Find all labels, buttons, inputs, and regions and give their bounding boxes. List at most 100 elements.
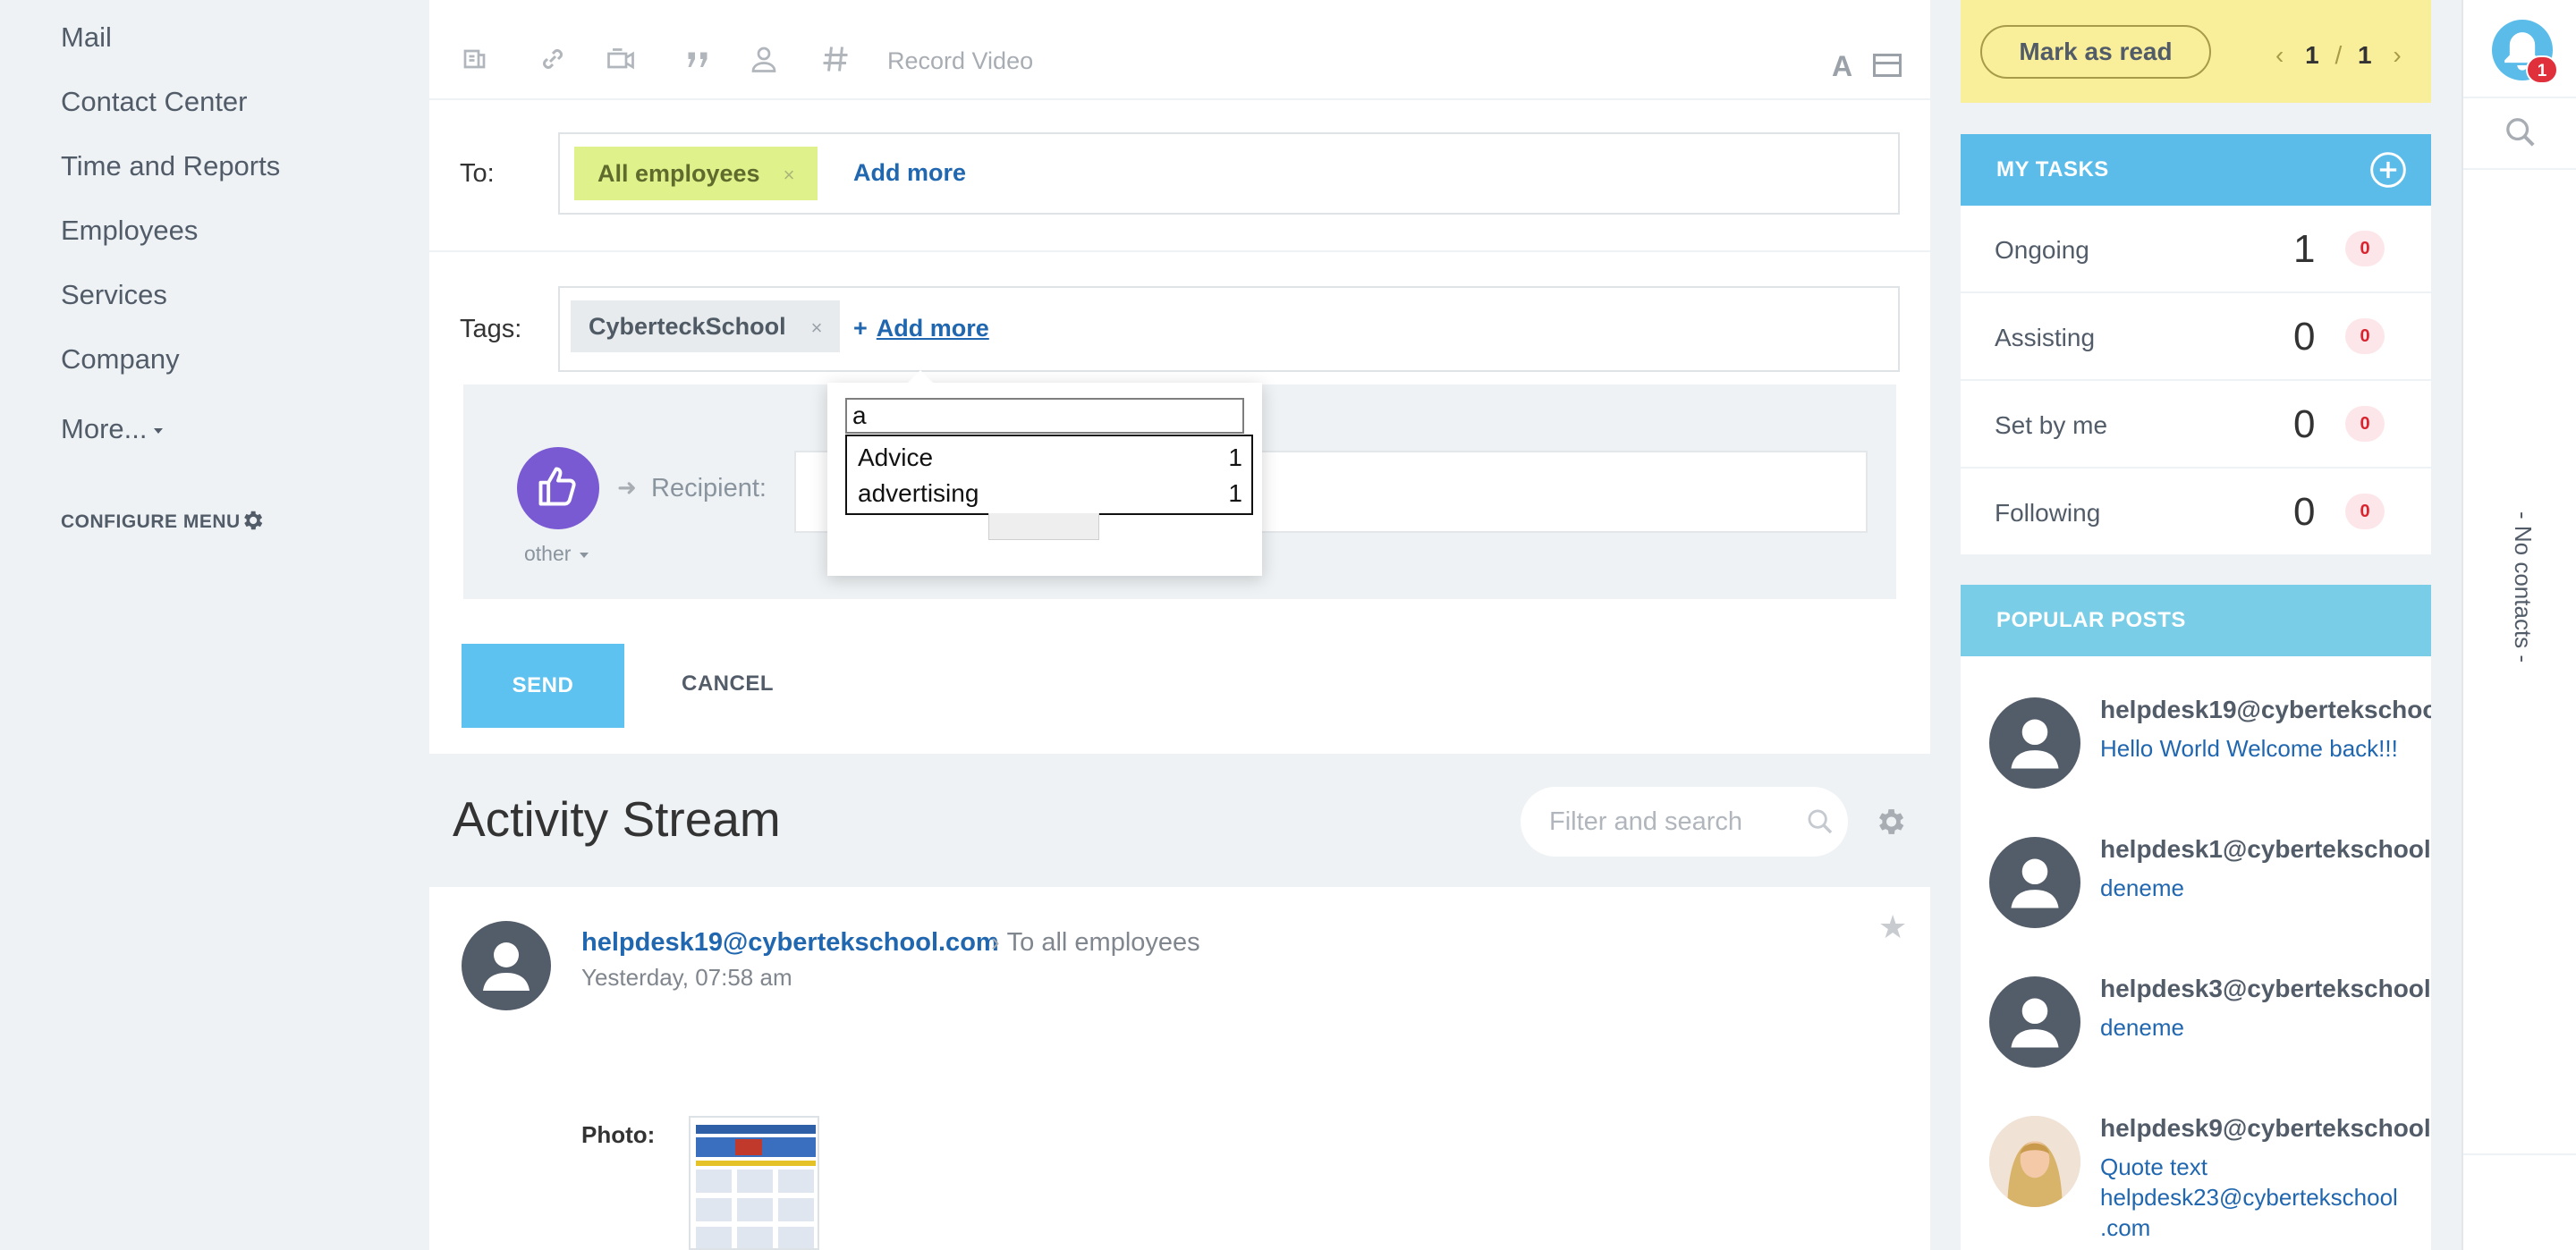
post-author-link[interactable]: helpdesk19@cybertekschool.com — [581, 928, 999, 958]
mark-as-read-button[interactable]: Mark as read — [1980, 25, 2211, 79]
sidebar-item-time-and-reports[interactable]: Time and Reports — [61, 150, 280, 182]
popular-post-author[interactable]: helpdesk3@cybertekschool.com — [2100, 975, 2431, 1003]
gear-icon[interactable] — [240, 508, 265, 533]
page: Mail Contact Center Time and Reports Emp… — [0, 0, 2576, 1250]
composer-toolbar: Record Video A — [429, 0, 1930, 100]
tag-chip[interactable]: CyberteckSchool × — [571, 300, 841, 352]
chevron-down-icon — [580, 552, 589, 558]
popular-post-author[interactable]: helpdesk1@cybertekschool.com — [2100, 835, 2431, 864]
popular-post-text[interactable]: deneme — [2100, 873, 2184, 903]
to-add-more-link[interactable]: Add more — [853, 159, 966, 187]
post-recipient[interactable]: › To all employees — [991, 928, 1200, 958]
file-icon[interactable] — [460, 43, 492, 75]
divider — [2463, 1153, 2576, 1155]
chevron-right-icon[interactable]: › — [2393, 41, 2401, 69]
task-badge: 0 — [2345, 406, 2385, 442]
quote-icon[interactable] — [682, 43, 714, 75]
task-label: Ongoing — [1995, 236, 2089, 264]
my-tasks-title[interactable]: MY TASKS — [1996, 157, 2109, 182]
sidebar-item-mail[interactable]: Mail — [61, 21, 112, 54]
cancel-button[interactable]: CANCEL — [682, 671, 774, 697]
close-icon[interactable]: × — [811, 317, 823, 339]
chevron-right-icon: › — [991, 928, 1000, 957]
tag-suggestion-advice[interactable]: Advice 1 — [858, 438, 1242, 474]
sidebar-item-contact-center[interactable]: Contact Center — [61, 86, 248, 118]
post-recipient-label: To all employees — [1006, 928, 1200, 957]
sidebar-item-employees[interactable]: Employees — [61, 215, 198, 247]
task-badge: 0 — [2345, 318, 2385, 354]
user-icon — [483, 942, 530, 991]
sidebar-item-more[interactable]: More... — [61, 413, 164, 445]
thumbs-up-icon — [538, 467, 576, 506]
popular-post-line: .com — [2100, 1214, 2151, 1241]
user-icon — [2011, 998, 2059, 1048]
mention-icon[interactable] — [748, 43, 780, 75]
photo-image — [696, 1125, 816, 1248]
to-field[interactable]: All employees × Add more — [558, 132, 1900, 215]
popular-post-author[interactable]: helpdesk19@cybertekschool.com — [2100, 696, 2431, 724]
tag-search-input[interactable] — [845, 398, 1244, 434]
tag-chip-label: CyberteckSchool — [589, 313, 786, 340]
tag-suggestion-advertising[interactable]: advertising 1 — [858, 474, 1242, 510]
avatar[interactable] — [1989, 837, 2080, 928]
my-tasks-list: Ongoing 1 0 Assisting 0 0 Set by me 0 0 … — [1961, 206, 2431, 554]
tags-add-more-label: Add more — [876, 315, 989, 342]
task-badge: 0 — [2345, 494, 2385, 529]
popular-post-text[interactable]: deneme — [2100, 1012, 2184, 1043]
task-row-following[interactable]: Following 0 0 — [1961, 469, 2431, 556]
popular-posts-header: POPULAR POSTS — [1961, 585, 2431, 656]
popular-posts-list: helpdesk19@cybertekschool.com Hello Worl… — [1961, 656, 2431, 1250]
thumbs-up-badge[interactable] — [517, 447, 599, 529]
text-format-icon[interactable]: A — [1832, 50, 1852, 83]
popular-post-text[interactable]: Hello World Welcome back!!! — [2100, 733, 2398, 764]
configure-menu-link[interactable]: CONFIGURE MENU — [61, 511, 241, 533]
sidebar-item-services[interactable]: Services — [61, 279, 167, 311]
task-row-assisting[interactable]: Assisting 0 0 — [1961, 293, 2431, 381]
task-count: 0 — [2293, 402, 2316, 446]
tag-autocomplete-popup: Advice 1 advertising 1 — [827, 370, 1262, 576]
tags-field[interactable]: CyberteckSchool × + Add more — [558, 286, 1900, 372]
popup-add-button[interactable] — [988, 513, 1099, 540]
chevron-down-icon — [154, 427, 164, 434]
avatar[interactable] — [1989, 976, 2080, 1068]
to-chip-all-employees[interactable]: All employees × — [574, 147, 818, 200]
task-label: Set by me — [1995, 411, 2108, 439]
avatar[interactable] — [462, 921, 551, 1010]
popular-post-line: helpdesk23@cybertekschool — [2100, 1184, 2398, 1211]
panel-toggle-icon[interactable] — [1873, 54, 1902, 77]
popular-post-line: Quote text — [2100, 1153, 2207, 1180]
user-icon — [2011, 858, 2059, 908]
close-icon[interactable]: × — [784, 164, 795, 186]
link-icon[interactable] — [537, 43, 569, 75]
left-sidebar: Mail Contact Center Time and Reports Emp… — [0, 0, 429, 1250]
avatar[interactable] — [1989, 1116, 2080, 1207]
arrow-right-icon: ➜ — [617, 474, 637, 501]
pager-separator: / — [2334, 41, 2343, 69]
badge-type-select[interactable]: other — [524, 542, 589, 566]
record-video-button[interactable]: Record Video — [887, 47, 1033, 75]
task-label: Following — [1995, 499, 2101, 527]
search-icon[interactable] — [1805, 807, 1835, 837]
filter-search-box[interactable] — [1521, 787, 1848, 857]
sidebar-item-company[interactable]: Company — [61, 343, 180, 376]
popular-post-text[interactable]: Quote text helpdesk23@cybertekschool .co… — [2100, 1152, 2398, 1243]
popular-post-author[interactable]: helpdesk9@cybertekschool.com — [2100, 1114, 2431, 1143]
search-icon[interactable] — [2503, 114, 2538, 150]
video-icon[interactable] — [605, 43, 637, 75]
add-task-icon[interactable] — [2368, 150, 2408, 190]
star-icon[interactable]: ★ — [1878, 908, 1907, 946]
tags-add-more-link[interactable]: + Add more — [853, 315, 989, 342]
activity-stream-title: Activity Stream — [453, 791, 781, 847]
photo-thumbnail[interactable] — [689, 1116, 819, 1250]
avatar[interactable] — [1989, 697, 2080, 789]
send-button[interactable]: SEND — [462, 644, 624, 728]
filter-search-input[interactable] — [1549, 805, 1791, 839]
user-icon — [2011, 719, 2059, 769]
task-row-ongoing[interactable]: Ongoing 1 0 — [1961, 206, 2431, 293]
task-row-set-by-me[interactable]: Set by me 0 0 — [1961, 381, 2431, 469]
divider — [429, 250, 1930, 252]
gear-icon[interactable] — [1873, 805, 1907, 839]
hashtag-icon[interactable] — [819, 43, 852, 75]
post-timestamp[interactable]: Yesterday, 07:58 am — [581, 964, 792, 992]
chevron-left-icon[interactable]: ‹ — [2275, 41, 2284, 69]
